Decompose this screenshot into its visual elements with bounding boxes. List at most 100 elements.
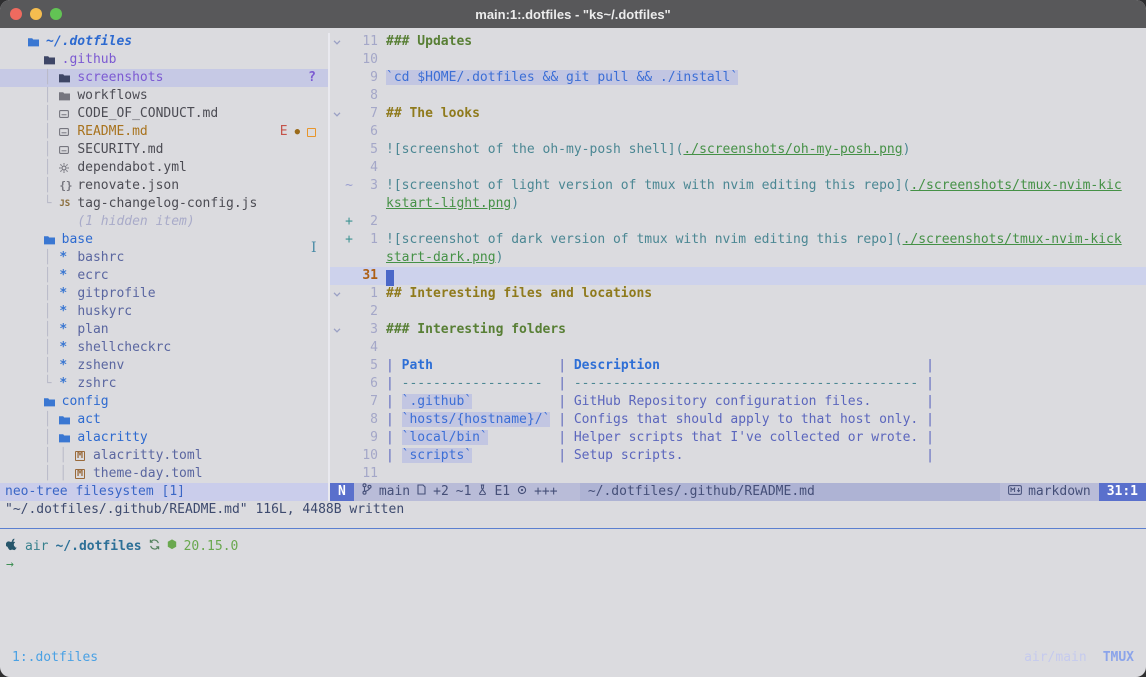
fold-column (330, 69, 344, 87)
fold-chevron-icon[interactable] (330, 285, 344, 303)
tree-item[interactable]: │ *shellcheckrc (0, 339, 328, 357)
line-number: 9 (354, 69, 378, 87)
file-icon (59, 128, 75, 136)
line-number: 6 (354, 375, 378, 393)
editor-line[interactable]: 7| `.github` | GitHub Repository configu… (330, 393, 1146, 411)
fold-chevron-icon[interactable] (330, 321, 344, 339)
tree-item[interactable]: │ *huskyrc (0, 303, 328, 321)
folder-icon (59, 433, 75, 443)
gitsign-column (344, 195, 354, 213)
editor-line[interactable]: 8 (330, 87, 1146, 105)
star-icon: * (59, 357, 75, 375)
tree-item[interactable]: .github (0, 51, 328, 69)
editor-line[interactable]: start-dark.png) (330, 249, 1146, 267)
gitsign-column: + (344, 213, 354, 231)
tree-item[interactable]: │ *ecrc (0, 267, 328, 285)
tree-item[interactable]: (1 hidden item) (0, 213, 328, 231)
fold-column (330, 123, 344, 141)
fold-chevron-icon[interactable] (330, 105, 344, 123)
tree-item[interactable]: │ *zshenv (0, 357, 328, 375)
tree-item[interactable]: │ {}renovate.json (0, 177, 328, 195)
tmux-window-tab[interactable]: 1:.dotfiles (12, 649, 98, 667)
tree-item[interactable]: config (0, 393, 328, 411)
editor-line[interactable]: ~3![screenshot of light version of tmux … (330, 177, 1146, 195)
editor-line[interactable]: 11### Updates (330, 33, 1146, 51)
tree-item[interactable]: │ *plan (0, 321, 328, 339)
flask-icon (478, 483, 487, 501)
editor-line[interactable]: 5| Path | Description | (330, 357, 1146, 375)
tree-item[interactable]: │ workflows (0, 87, 328, 105)
tree-guide (28, 213, 59, 231)
editor-line[interactable]: 4 (330, 339, 1146, 357)
gear-icon (59, 163, 75, 173)
gitsign-column (344, 51, 354, 69)
tree-item[interactable]: base (0, 231, 328, 249)
editor-line[interactable]: 3### Interesting folders (330, 321, 1146, 339)
editor-line[interactable]: +2 (330, 213, 1146, 231)
gitsign-column (344, 285, 354, 303)
line-number (354, 249, 378, 267)
editor-line[interactable]: 31 (330, 267, 1146, 285)
vim-cmdline-message: "~/.dotfiles/.github/README.md" 116L, 44… (0, 501, 1146, 519)
editor-line[interactable]: 11 (330, 465, 1146, 483)
tree-item[interactable]: │ act (0, 411, 328, 429)
tree-item[interactable]: └ *zshrc (0, 375, 328, 393)
tree-item[interactable]: │ screenshots? (0, 69, 328, 87)
editor-line[interactable]: 2 (330, 303, 1146, 321)
neotree-sidebar: ~/.dotfiles .github │ screenshots? │ wor… (0, 33, 330, 501)
minimize-button[interactable] (30, 8, 42, 20)
line-number: 9 (354, 429, 378, 447)
tree-item[interactable]: │ dependabot.yml (0, 159, 328, 177)
tree-guide: │ (28, 123, 59, 141)
file-icon (59, 146, 75, 154)
tree-item-label: act (77, 411, 100, 429)
tree-item[interactable]: │ alacritty (0, 429, 328, 447)
editor-line[interactable]: 7## The looks (330, 105, 1146, 123)
tree-item[interactable]: │ │ Malacritty.toml (0, 447, 328, 465)
gitsign-column (344, 321, 354, 339)
editor-line[interactable]: kstart-light.png) (330, 195, 1146, 213)
tree-item[interactable]: └ JStag-changelog-config.js (0, 195, 328, 213)
editor-line[interactable]: 4 (330, 159, 1146, 177)
tree-item[interactable]: │ README.mdE● (0, 123, 328, 141)
fold-column (330, 231, 344, 249)
diagnostics-errors: E1 (494, 483, 510, 501)
line-number: 1 (354, 231, 378, 249)
editor-buffer[interactable]: 11### Updates109`cd $HOME/.dotfiles && g… (330, 33, 1146, 483)
tree-guide: │ (28, 285, 59, 303)
folder-icon (28, 37, 44, 47)
line-number: 1 (354, 285, 378, 303)
editor-line[interactable]: 5![screenshot of the oh-my-posh shell](.… (330, 141, 1146, 159)
tree-guide (28, 231, 44, 249)
toml-icon: M (75, 469, 91, 479)
close-button[interactable] (10, 8, 22, 20)
tree-item[interactable]: │ *bashrc (0, 249, 328, 267)
fold-chevron-icon[interactable] (330, 33, 344, 51)
editor-line[interactable]: 8| `hosts/{hostname}/` | Configs that sh… (330, 411, 1146, 429)
line-number: 6 (354, 123, 378, 141)
terminal-empty-area[interactable] (0, 574, 1146, 647)
tree-item-label: README.md (77, 123, 147, 141)
editor-line[interactable]: 6| ------------------ | ----------------… (330, 375, 1146, 393)
editor-line[interactable]: +1![screenshot of dark version of tmux w… (330, 231, 1146, 249)
gitsign-column (344, 411, 354, 429)
fold-column (330, 249, 344, 267)
tree-guide: │ (28, 267, 59, 285)
zoom-button[interactable] (50, 8, 62, 20)
editor-line[interactable]: 6 (330, 123, 1146, 141)
tree-item[interactable]: │ │ Mtheme-day.toml (0, 465, 328, 483)
editor-line[interactable]: 9| `local/bin` | Helper scripts that I'v… (330, 429, 1146, 447)
editor-line[interactable]: 10 (330, 51, 1146, 69)
fold-column (330, 195, 344, 213)
tree-item[interactable]: │ CODE_OF_CONDUCT.md (0, 105, 328, 123)
fold-column (330, 429, 344, 447)
tree-item[interactable]: ~/.dotfiles (0, 33, 328, 51)
editor-line[interactable]: 10| `scripts` | Setup scripts. | (330, 447, 1146, 465)
line-text: ### Interesting folders (378, 321, 566, 339)
editor-line[interactable]: 9`cd $HOME/.dotfiles && git pull && ./in… (330, 69, 1146, 87)
terminal-content: ~/.dotfiles .github │ screenshots? │ wor… (0, 28, 1146, 677)
tree-item[interactable]: │ SECURITY.md (0, 141, 328, 159)
tree-item[interactable]: │ *gitprofile (0, 285, 328, 303)
shell-pane[interactable]: air ~/.dotfiles 20.15.0 → (0, 529, 1146, 574)
editor-line[interactable]: 1## Interesting files and locations (330, 285, 1146, 303)
